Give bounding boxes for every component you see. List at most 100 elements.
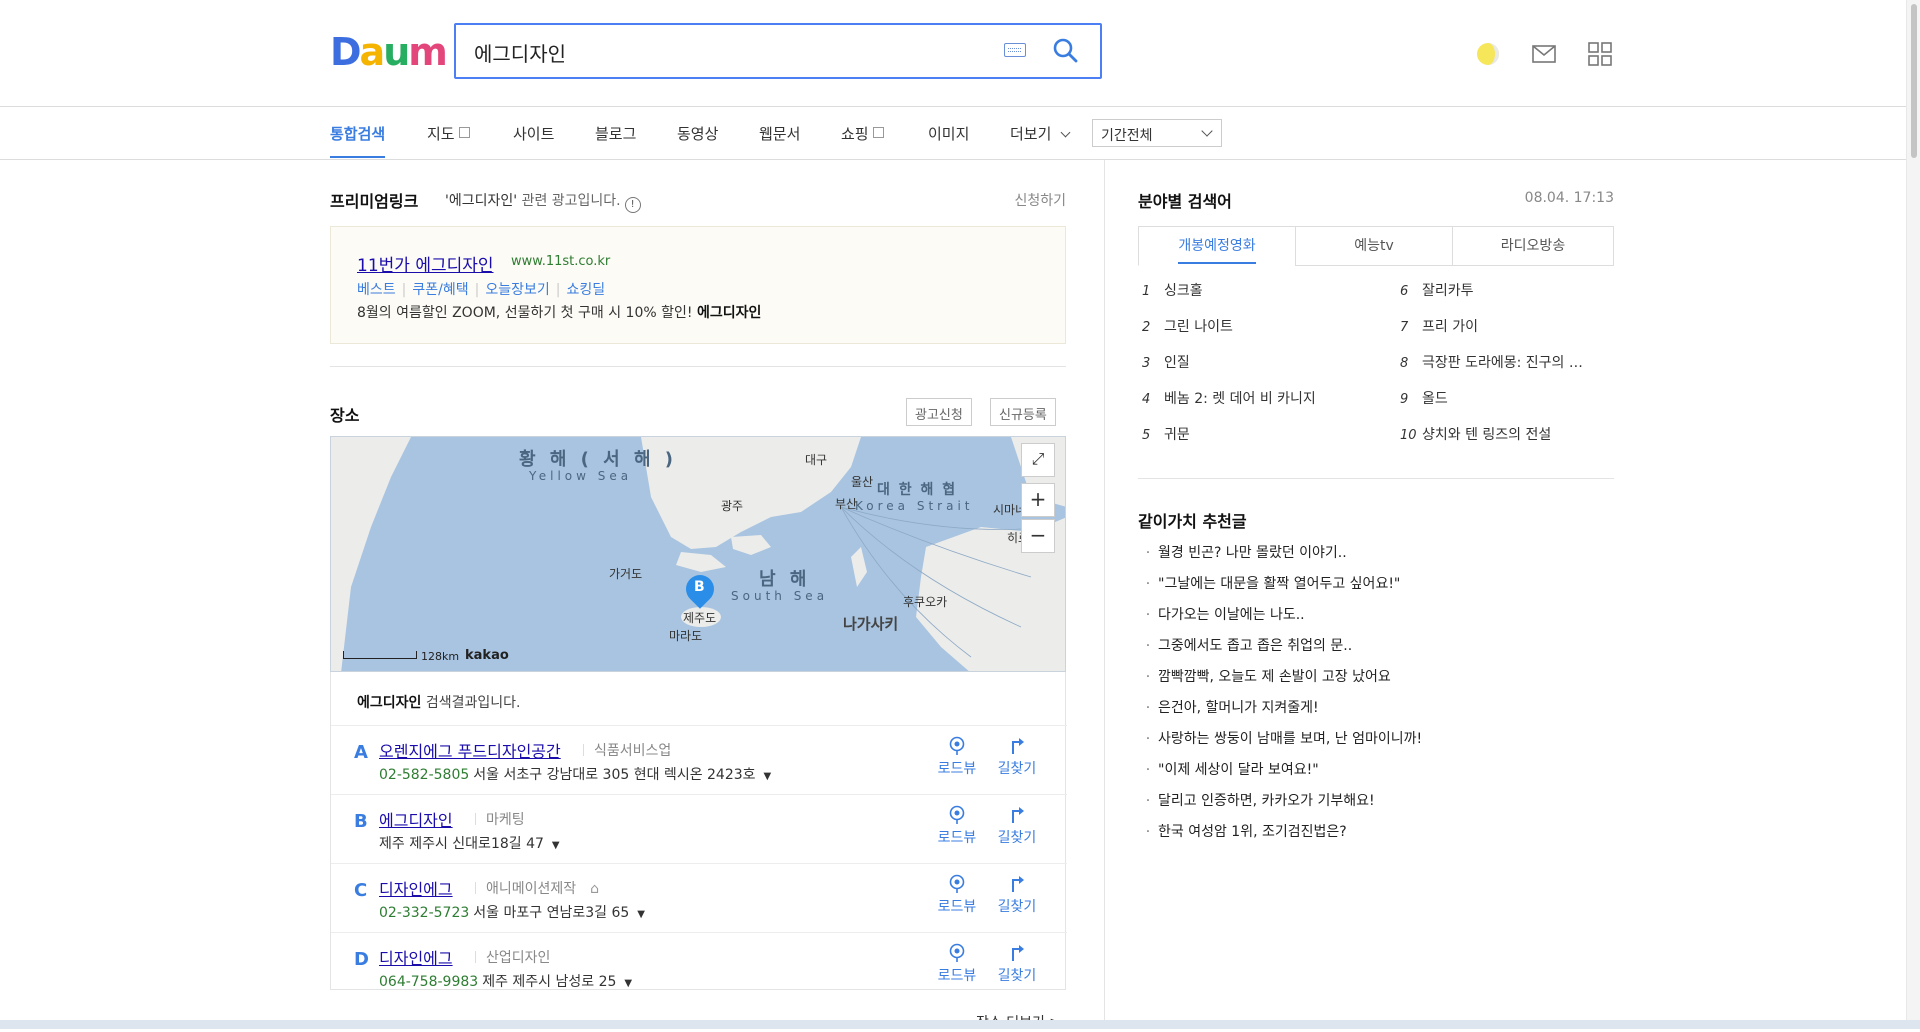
trend-item[interactable]: 9 올드 xyxy=(1400,388,1448,408)
caption-keyword: 에그디자인 xyxy=(357,695,422,711)
mail-icon[interactable] xyxy=(1530,40,1558,68)
place-phone[interactable]: 064-758-9983 xyxy=(379,974,478,990)
trend-item[interactable]: 3 인질 xyxy=(1142,352,1190,372)
trend-text: 베놈 2: 렛 데어 비 카니지 xyxy=(1164,391,1316,407)
place-name-link[interactable]: 에그디자인 xyxy=(379,807,453,831)
logo-letter: m xyxy=(408,30,448,74)
tab-webdoc[interactable]: 웹문서 xyxy=(759,123,800,144)
expand-icon[interactable]: ▼ xyxy=(764,771,772,782)
recommend-item[interactable]: 사랑하는 쌍둥이 남매를 보며, 난 엄마이니까! xyxy=(1138,728,1422,748)
new-register-button[interactable]: 신규등록 xyxy=(990,398,1056,426)
tab-map[interactable]: 지도 xyxy=(427,123,470,144)
directions-button[interactable]: 길찾기 xyxy=(995,943,1039,985)
tab-radio[interactable]: 라디오방송 xyxy=(1452,226,1614,266)
place-header: 장소 광고신청 신규등록 xyxy=(330,398,1066,428)
ad-sublink[interactable]: 쇼킹딜 xyxy=(566,282,605,298)
apps-grid-icon[interactable] xyxy=(1586,40,1614,68)
section-title: 분야별 검색어 xyxy=(1138,192,1232,211)
tab-variety-tv[interactable]: 예능tv xyxy=(1295,226,1453,266)
period-select[interactable]: 기간전체 xyxy=(1092,119,1222,147)
recommend-item[interactable]: 그중에서도 좁고 좁은 취업의 문.. xyxy=(1138,635,1352,655)
trend-text: 인질 xyxy=(1164,355,1190,371)
place-row: D 디자인에그 산업디자인 064-758-9983 제주 제주시 남성로 25 ▼… xyxy=(331,932,1067,1002)
tab-upcoming-movies[interactable]: 개봉예정영화 xyxy=(1138,226,1296,266)
scrollbar-thumb[interactable] xyxy=(1911,4,1917,158)
home-icon[interactable]: ⌂ xyxy=(590,881,599,897)
place-phone[interactable]: 02-332-5723 xyxy=(379,905,469,921)
fullscreen-icon[interactable]: ⤢ xyxy=(1021,443,1055,477)
divider xyxy=(330,366,1066,367)
directions-button[interactable]: 길찾기 xyxy=(995,874,1039,916)
recommend-item[interactable]: 달리고 인증하면, 카카오가 기부해요! xyxy=(1138,790,1375,810)
daum-logo[interactable]: Daum xyxy=(330,30,448,74)
roadview-button[interactable]: 로드뷰 xyxy=(935,874,979,916)
tab-shopping[interactable]: 쇼핑 xyxy=(841,123,884,144)
place-name-link[interactable]: 디자인에그 xyxy=(379,876,453,900)
recommend-item[interactable]: 한국 여성암 1위, 조기검진법은? xyxy=(1138,821,1347,841)
tab-integrated[interactable]: 통합검색 xyxy=(330,123,386,158)
ad-apply-button[interactable]: 광고신청 xyxy=(906,398,972,426)
tab-more[interactable]: 더보기 xyxy=(1010,123,1071,144)
expand-icon[interactable]: ▼ xyxy=(624,978,632,989)
tab-images[interactable]: 이미지 xyxy=(928,123,969,144)
trend-item[interactable]: 2 그린 나이트 xyxy=(1142,316,1233,336)
recommend-item[interactable]: 다가오는 이날에는 나도.. xyxy=(1138,604,1305,624)
tab-site[interactable]: 사이트 xyxy=(513,123,554,144)
recommend-item[interactable]: 깜빡깜빡, 오늘도 제 손발이 고장 났어요 xyxy=(1138,666,1391,686)
zoom-out-button[interactable]: − xyxy=(1021,519,1055,553)
ad-title-link[interactable]: 11번가 에그디자인 xyxy=(357,251,494,276)
trend-item[interactable]: 4 베놈 2: 렛 데어 비 카니지 xyxy=(1142,388,1316,408)
roadview-icon xyxy=(949,943,965,962)
ad-sublink[interactable]: 오늘장보기 xyxy=(485,282,549,298)
search-icon[interactable] xyxy=(1052,37,1078,63)
trend-item[interactable]: 6 잘리카투 xyxy=(1400,280,1474,300)
directions-button[interactable]: 길찾기 xyxy=(995,736,1039,778)
keyboard-icon[interactable] xyxy=(1004,43,1026,57)
search-input[interactable] xyxy=(472,37,976,67)
roadview-button[interactable]: 로드뷰 xyxy=(935,805,979,847)
ad-desc-text: 8월의 여름할인 ZOOM, 선물하기 첫 구매 시 10% 할인! xyxy=(357,305,693,321)
ad-sublink[interactable]: 베스트 xyxy=(357,282,396,298)
info-icon[interactable]: ! xyxy=(624,197,641,213)
trend-item[interactable]: 7 프리 가이 xyxy=(1400,316,1478,336)
action-label: 로드뷰 xyxy=(937,830,977,846)
action-label: 길찾기 xyxy=(997,830,1037,846)
trend-timestamp: 08.04. 17:13 xyxy=(1524,190,1614,206)
roadview-button[interactable]: 로드뷰 xyxy=(935,943,979,985)
scrollbar[interactable] xyxy=(1906,0,1920,1029)
recommend-item[interactable]: 은건아, 할머니가 지켜줄게! xyxy=(1138,697,1319,717)
directions-button[interactable]: 길찾기 xyxy=(995,805,1039,847)
tab-video[interactable]: 동영상 xyxy=(677,123,718,144)
logo-letter: u xyxy=(383,30,410,74)
suffix-text: 관련 광고입니다. xyxy=(521,193,621,209)
trend-rank: 10 xyxy=(1400,428,1417,443)
tab-label: 지도 xyxy=(427,125,455,143)
tab-blog[interactable]: 블로그 xyxy=(595,123,636,144)
ad-sublink[interactable]: 쿠폰/혜택 xyxy=(412,282,468,298)
trend-item[interactable]: 10 샹치와 텐 링즈의 전설 xyxy=(1400,424,1551,444)
recommend-item[interactable]: "이제 세상이 달라 보여요!" xyxy=(1138,759,1319,779)
weather-icon[interactable] xyxy=(1474,40,1502,68)
map-city-label: 가거도 xyxy=(609,567,643,581)
expand-icon[interactable]: ▼ xyxy=(637,909,645,920)
trend-item[interactable]: 5 귀문 xyxy=(1142,424,1190,444)
trend-item[interactable]: 1 싱크홀 xyxy=(1142,280,1203,300)
map[interactable]: 황 해 ( 서 해 ) Yellow Sea 남 해 South Sea 대 한… xyxy=(330,436,1066,672)
trend-item[interactable]: 8 극장판 도라에몽: 진구의 … xyxy=(1400,352,1583,372)
place-row: B 에그디자인 마케팅 제주 제주시 신대로18길 47 ▼ 로드뷰 길찾기 xyxy=(331,794,1067,864)
apply-ad-link[interactable]: 신청하기 xyxy=(1014,190,1066,210)
place-category: 애니메이션제작 ⌂ xyxy=(475,878,599,898)
place-phone[interactable]: 02-582-5805 xyxy=(379,767,469,783)
trend-text: 그린 나이트 xyxy=(1164,319,1233,335)
expand-icon[interactable]: ▼ xyxy=(552,840,560,851)
map-label: 대 한 해 협 xyxy=(877,482,958,498)
external-icon xyxy=(458,127,470,138)
recommend-item[interactable]: 월경 빈곤? 나만 몰랐던 이야기.. xyxy=(1138,542,1347,562)
roadview-button[interactable]: 로드뷰 xyxy=(935,736,979,778)
trend-rank: 2 xyxy=(1142,320,1151,335)
map-city-label: 후쿠오카 xyxy=(903,595,948,609)
place-name-link[interactable]: 디자인에그 xyxy=(379,945,453,969)
place-name-link[interactable]: 오렌지에그 푸드디자인공간 xyxy=(379,738,561,762)
recommend-item[interactable]: "그날에는 대문을 활짝 열어두고 싶어요!" xyxy=(1138,573,1400,593)
zoom-in-button[interactable]: + xyxy=(1021,483,1055,517)
